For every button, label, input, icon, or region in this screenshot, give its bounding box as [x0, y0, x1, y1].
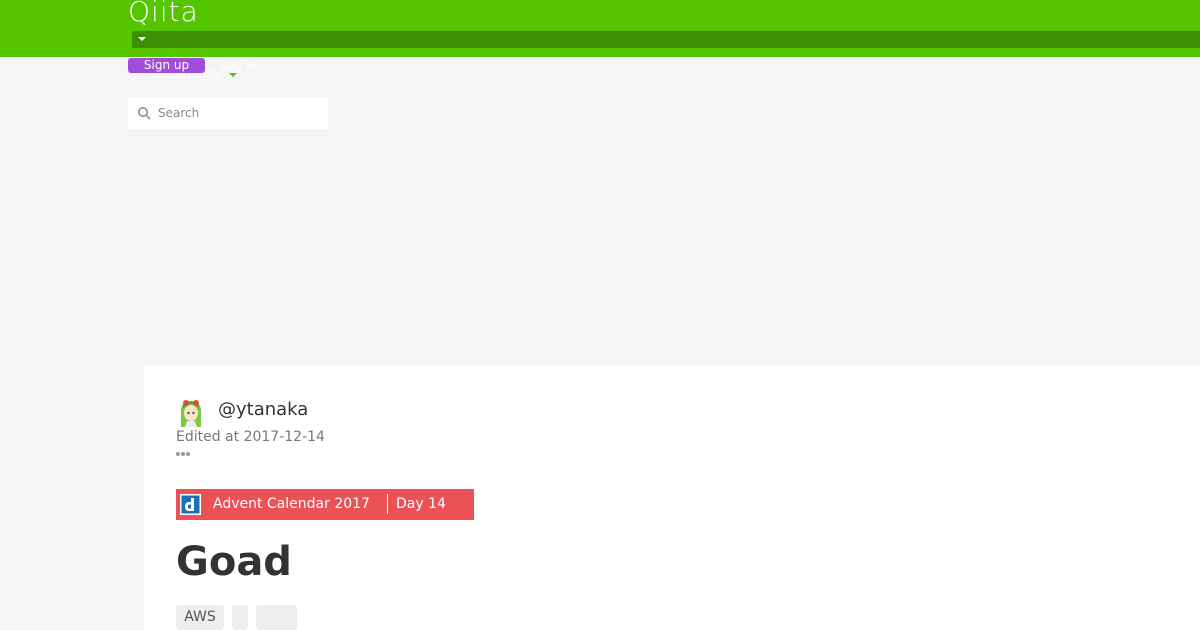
advent-calendar-banner[interactable]: Advent Calendar 2017 Day 14	[176, 489, 474, 520]
search-icon	[137, 106, 151, 120]
page: Qiita Community Sign up Log in Search @y…	[0, 0, 1200, 630]
more-horizontal-icon[interactable]	[176, 451, 192, 457]
search-input[interactable]	[158, 97, 320, 129]
tag[interactable]	[256, 605, 297, 630]
chevron-down-icon	[229, 73, 237, 77]
login-link[interactable]: Log in	[220, 58, 256, 73]
article-card: @ytanaka Edited at 2017-12-14 Advent Cal…	[144, 365, 1200, 630]
article-title: Goad	[176, 539, 292, 585]
avatar-image	[176, 397, 206, 427]
tag-aws[interactable]: AWS	[176, 605, 224, 630]
search-box	[128, 97, 328, 129]
caret-down-icon	[138, 37, 146, 41]
global-menu-bar[interactable]	[132, 31, 1200, 48]
author-avatar[interactable]	[176, 397, 206, 427]
dot	[181, 452, 185, 456]
edited-timestamp: Edited at 2017-12-14	[176, 429, 325, 445]
calendar-title: Advent Calendar 2017	[213, 496, 370, 512]
dot	[186, 452, 190, 456]
signup-button[interactable]: Sign up	[128, 58, 205, 73]
d-logo-icon	[180, 494, 201, 515]
dot	[176, 452, 180, 456]
author-username[interactable]: @ytanaka	[218, 399, 308, 421]
calendar-day: Day 14	[396, 496, 446, 512]
site-header: Qiita	[0, 0, 1200, 57]
tag[interactable]	[232, 605, 248, 630]
qiita-logo[interactable]: Qiita	[128, 0, 199, 28]
banner-divider	[387, 494, 388, 514]
